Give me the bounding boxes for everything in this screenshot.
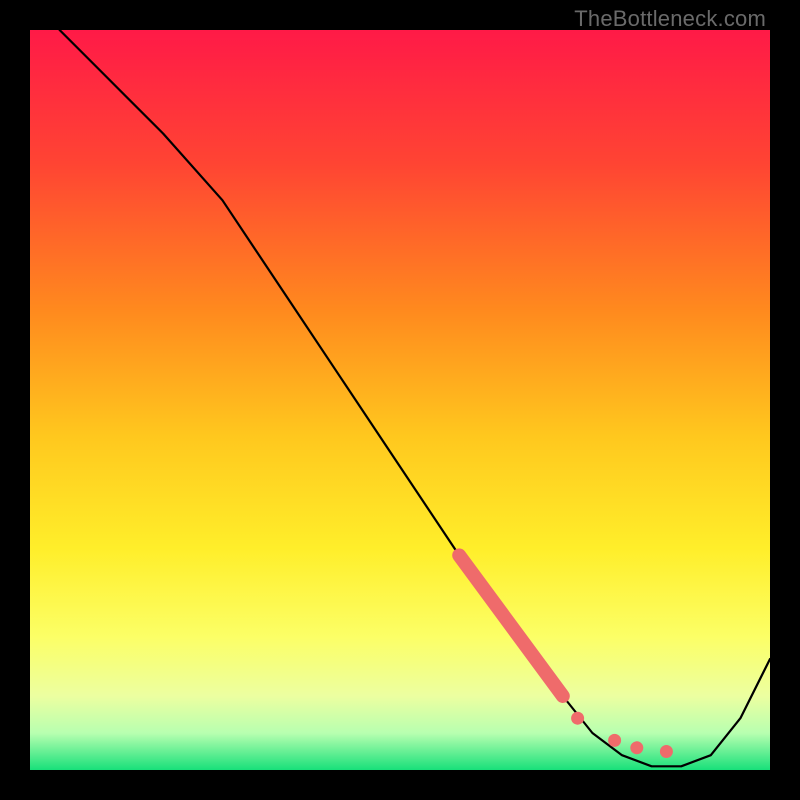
bottleneck-chart xyxy=(30,30,770,770)
watermark-text: TheBottleneck.com xyxy=(574,6,766,32)
highlight-dot xyxy=(660,745,673,758)
gradient-background xyxy=(30,30,770,770)
highlight-dot xyxy=(608,734,621,747)
highlight-dot xyxy=(571,712,584,725)
chart-frame xyxy=(30,30,770,770)
highlight-dot xyxy=(630,741,643,754)
